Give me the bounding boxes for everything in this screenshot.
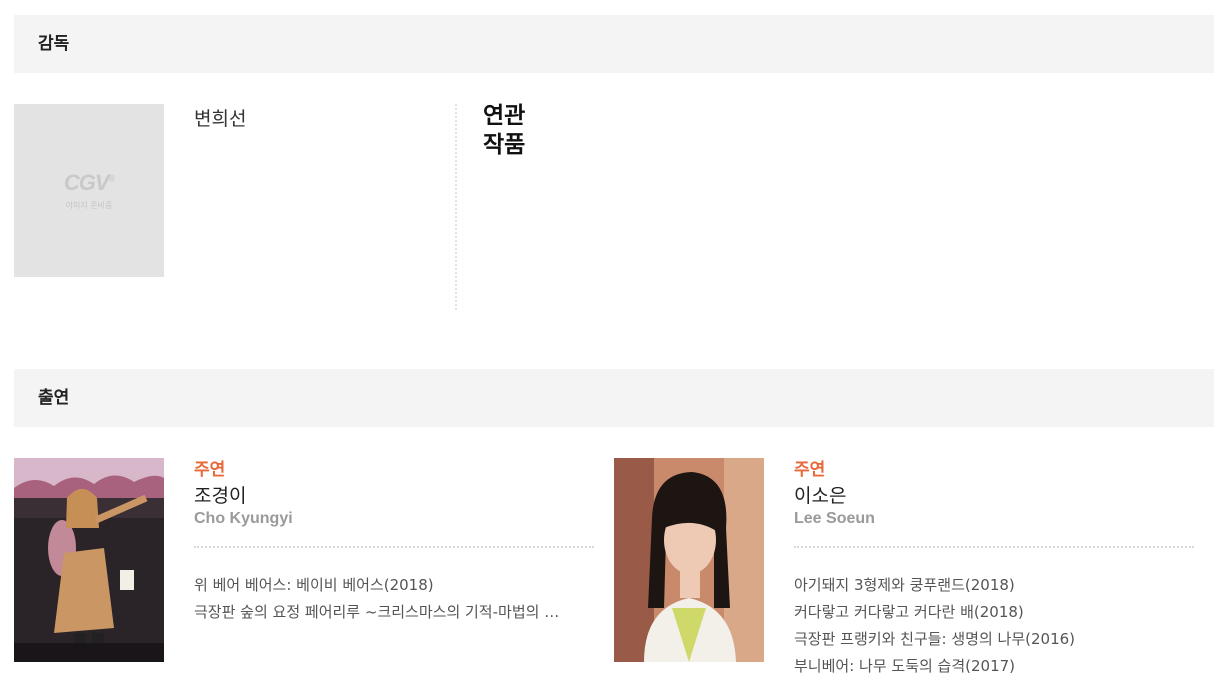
cast-role: 주연	[194, 460, 226, 480]
cast-info: 주연 조경이 Cho Kyungyi 위 베어 베어스: 베이비 베어스(201…	[194, 458, 596, 626]
cast-card: 주연 이소은 Lee Soeun 아기돼지 3형제와 쿵푸랜드(2018) 커다…	[614, 458, 1196, 675]
filmography-item[interactable]: 아기돼지 3형제와 쿵푸랜드(2018)	[794, 572, 1194, 599]
filmography-list: 위 베어 베어스: 베이비 베어스(2018) 극장판 숲의 요정 페어리루 ~…	[194, 572, 596, 626]
filmography-item[interactable]: 부니베어: 나무 도둑의 습격(2017)	[794, 653, 1194, 680]
cast-name-english: Cho Kyungyi	[194, 510, 293, 527]
divider	[455, 104, 457, 310]
filmography-item[interactable]: 커다랗고 커다랗고 커다란 배(2018)	[794, 599, 1194, 626]
cast-photo[interactable]	[614, 458, 764, 662]
cast-section-header: 출연	[14, 369, 1214, 427]
cast-name-korean[interactable]: 이소은	[794, 482, 1196, 510]
dotted-divider	[194, 546, 594, 548]
placeholder-text: 이미지 준비중	[65, 201, 113, 210]
filmography-list: 아기돼지 3형제와 쿵푸랜드(2018) 커다랗고 커다랗고 커다란 배(201…	[794, 572, 1196, 680]
cast-photo[interactable]	[14, 458, 164, 662]
director-name[interactable]: 변희선	[194, 104, 246, 131]
cgv-logo: CGV®	[63, 170, 115, 195]
filmography-item[interactable]: 극장판 숲의 요정 페어리루 ~크리스마스의 기적-마법의 …	[194, 599, 594, 626]
filmography-item[interactable]: 위 베어 베어스: 베이비 베어스(2018)	[194, 572, 594, 599]
director-photo-placeholder: CGV® 이미지 준비중	[14, 104, 164, 277]
cast-name-english: Lee Soeun	[794, 510, 875, 527]
cast-name-korean[interactable]: 조경이	[194, 482, 596, 510]
related-works-title: 연관 작품	[483, 103, 526, 158]
filmography-item[interactable]: 극장판 프랭키와 친구들: 생명의 나무(2016)	[794, 626, 1194, 653]
director-section-header: 감독	[14, 15, 1214, 73]
dotted-divider	[794, 546, 1194, 548]
cast-role: 주연	[794, 460, 826, 480]
cast-info: 주연 이소은 Lee Soeun 아기돼지 3형제와 쿵푸랜드(2018) 커다…	[794, 458, 1196, 680]
cast-card: 주연 조경이 Cho Kyungyi 위 베어 베어스: 베이비 베어스(201…	[14, 458, 596, 668]
